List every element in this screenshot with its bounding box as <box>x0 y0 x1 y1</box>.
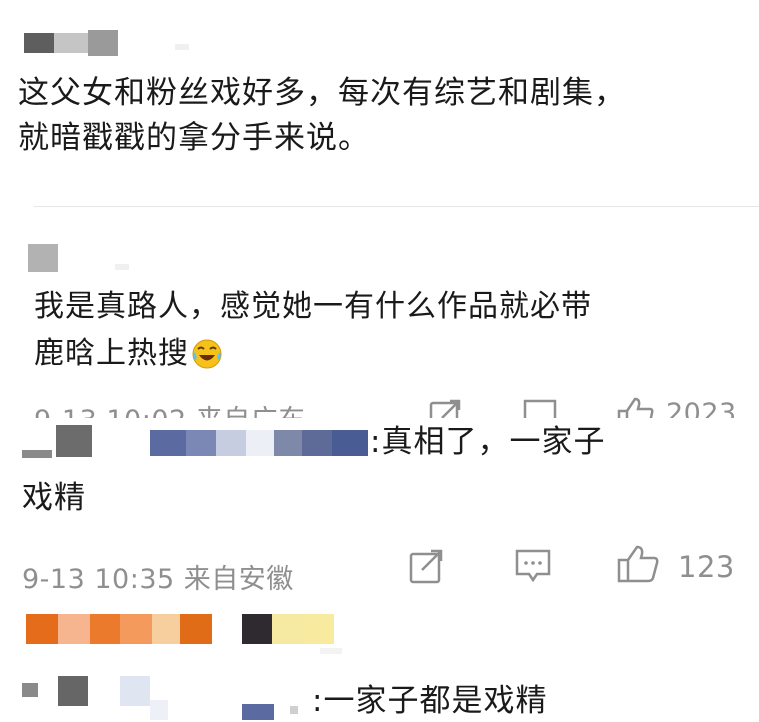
comment-meta-row: 9-13 10:02 来自广东 2023 <box>0 392 759 418</box>
share-icon[interactable] <box>428 398 464 418</box>
comment-meta: 9-13 10:02 来自广东 <box>34 398 306 418</box>
thumbs-up-icon[interactable] <box>616 544 660 584</box>
comment-text-line: 戏精 <box>22 480 86 516</box>
comment-meta: 9-13 10:35 来自安徽 <box>22 564 294 595</box>
comment-text-line: 我是真路人，感觉她一有什么作品就必带 <box>34 289 592 324</box>
comment-text-line: 这父女和粉丝戏好多，每次有综艺和剧集， <box>18 75 626 111</box>
like-count: 123 <box>678 550 735 584</box>
laugh-cry-emoji <box>191 338 223 370</box>
comment-text-line: 就暗戳戳的拿分手来说。 <box>18 120 370 156</box>
comment-text-line: :真相了，一家子 <box>370 424 606 460</box>
thumbs-up-icon[interactable] <box>616 396 656 418</box>
like-count: 2023 <box>666 398 737 418</box>
comment-icon[interactable] <box>522 398 558 418</box>
divider <box>34 206 759 207</box>
share-icon[interactable] <box>408 548 446 584</box>
comment-icon[interactable] <box>514 548 552 584</box>
comment-text-line: :一家子都是戏精 <box>312 683 548 719</box>
comment-text-line: 鹿晗上热搜 <box>34 336 189 371</box>
